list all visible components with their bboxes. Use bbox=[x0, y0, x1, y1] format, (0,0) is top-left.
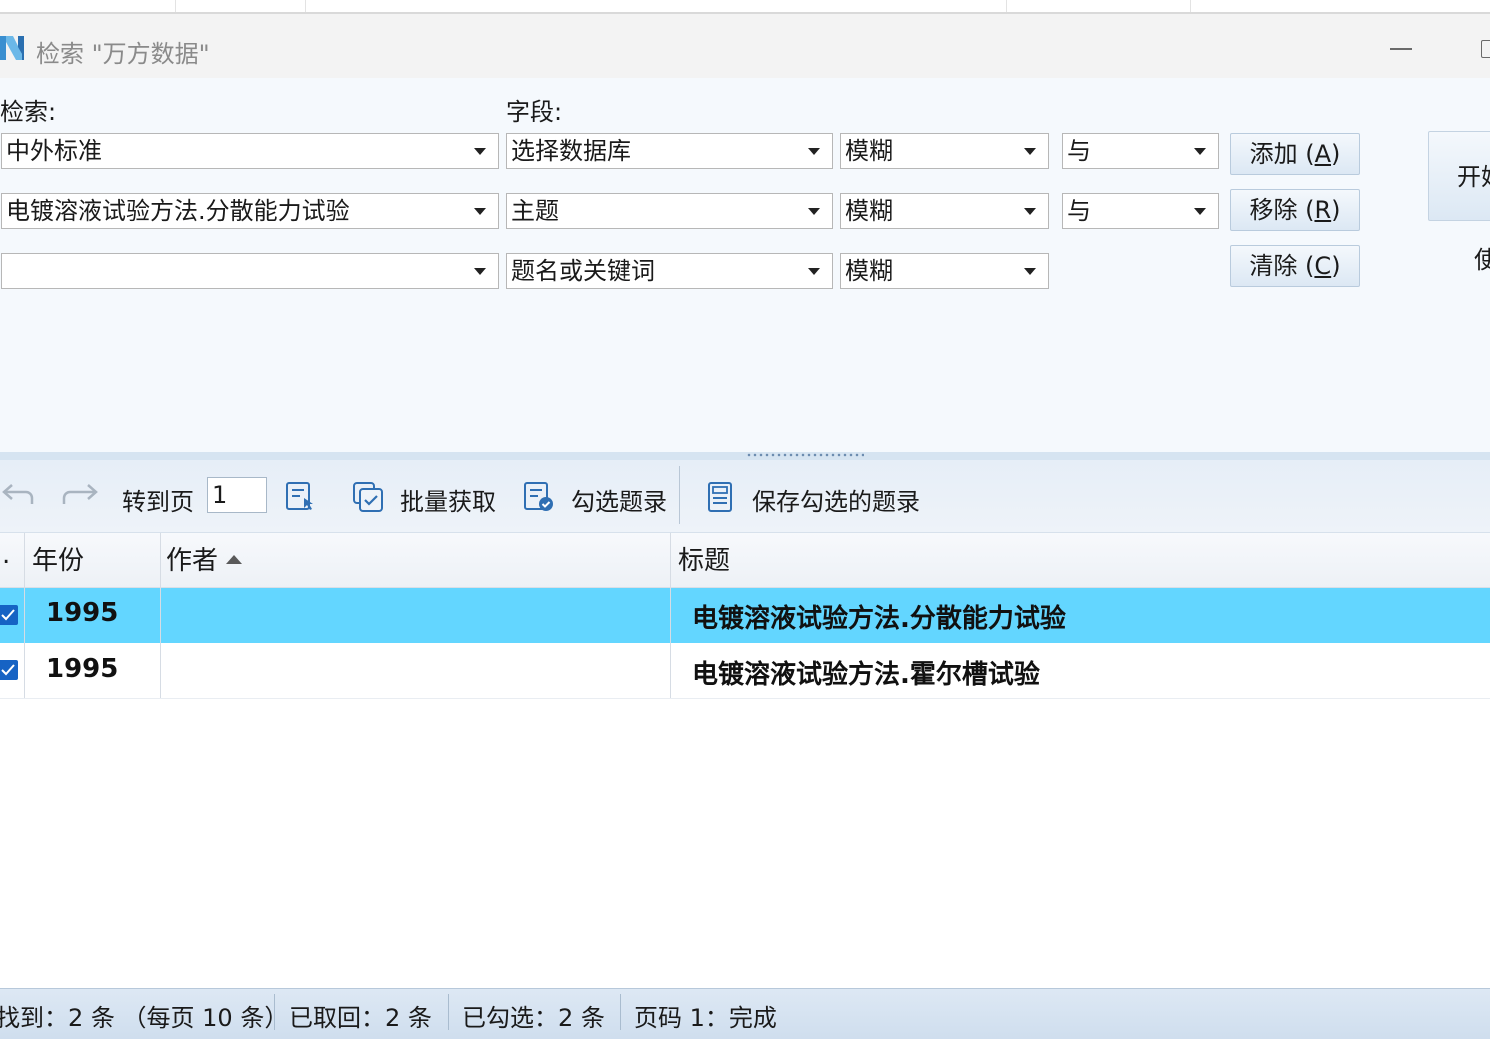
source-combo-value: 电镀溶液试验方法.分散能力试验 bbox=[6, 197, 350, 225]
status-separator bbox=[620, 994, 621, 1030]
back-arrow-icon[interactable] bbox=[0, 482, 36, 510]
column-divider[interactable] bbox=[160, 533, 161, 698]
logic-combo-value: 与 bbox=[1067, 197, 1091, 225]
maximize-button[interactable] bbox=[1481, 40, 1490, 58]
match-combo-value: 模糊 bbox=[845, 257, 893, 285]
match-combo-value: 模糊 bbox=[845, 137, 893, 165]
column-header-year[interactable]: 年份 bbox=[32, 540, 84, 577]
logic-combo-value: 与 bbox=[1067, 137, 1091, 165]
column-divider[interactable] bbox=[24, 533, 25, 698]
strip-divider bbox=[305, 0, 306, 12]
panel-splitter[interactable] bbox=[0, 452, 1490, 460]
minimize-button[interactable] bbox=[1390, 48, 1412, 50]
add-accesskey: A bbox=[1314, 140, 1332, 168]
strip-divider bbox=[1190, 0, 1191, 12]
chevron-down-icon bbox=[1194, 148, 1206, 155]
add-button-paren: ) bbox=[1331, 140, 1341, 168]
field-label: 字段: bbox=[506, 98, 563, 126]
batch-fetch-icon[interactable] bbox=[351, 480, 385, 514]
cell-title: 电镀溶液试验方法.分散能力试验 bbox=[692, 604, 1066, 634]
status-separator bbox=[274, 994, 275, 1030]
chevron-down-icon bbox=[1024, 268, 1036, 275]
match-combo-2[interactable]: 模糊 bbox=[840, 193, 1049, 229]
window-title: 检索 "万方数据" bbox=[36, 40, 210, 68]
cell-year: 1995 bbox=[46, 654, 119, 684]
column-header-title[interactable]: 标题 bbox=[678, 540, 730, 577]
remove-button-label: 移除 ( bbox=[1249, 196, 1315, 224]
batch-fetch-button[interactable]: 批量获取 bbox=[400, 482, 496, 517]
status-page: 页码 1：完成 bbox=[634, 1004, 777, 1032]
strip-divider bbox=[1006, 0, 1007, 12]
column-header-check[interactable]: . bbox=[2, 540, 10, 570]
cell-title: 电镀溶液试验方法.霍尔槽试验 bbox=[692, 660, 1040, 690]
forward-arrow-icon[interactable] bbox=[60, 482, 100, 510]
add-button[interactable]: 添加 (A) bbox=[1230, 133, 1360, 175]
top-strip bbox=[0, 0, 1490, 14]
source-combo-3[interactable] bbox=[1, 253, 499, 289]
save-checked-button[interactable]: 保存勾选的题录 bbox=[752, 482, 920, 517]
chevron-down-icon bbox=[808, 208, 820, 215]
table-row[interactable]: 1995 电镀溶液试验方法.霍尔槽试验 bbox=[0, 643, 1490, 699]
chevron-down-icon bbox=[474, 148, 486, 155]
source-combo-1[interactable]: 中外标准 bbox=[1, 133, 499, 169]
logic-combo-2[interactable]: 与 bbox=[1062, 193, 1219, 229]
check-records-button[interactable]: 勾选题录 bbox=[571, 482, 667, 517]
clear-button-label: 清除 ( bbox=[1249, 252, 1315, 280]
remove-accesskey: R bbox=[1314, 196, 1332, 224]
source-combo-value: 中外标准 bbox=[6, 137, 102, 165]
chevron-down-icon bbox=[474, 268, 486, 275]
strip-divider bbox=[175, 0, 176, 12]
grid-header bbox=[0, 533, 1490, 588]
status-found: 找到：2 条 （每页 10 条） bbox=[0, 1004, 289, 1032]
chevron-down-icon bbox=[474, 208, 486, 215]
match-combo-3[interactable]: 模糊 bbox=[840, 253, 1049, 289]
match-combo-value: 模糊 bbox=[845, 197, 893, 225]
match-combo-1[interactable]: 模糊 bbox=[840, 133, 1049, 169]
title-bar: 检索 "万方数据" bbox=[0, 14, 1490, 78]
remove-button[interactable]: 移除 (R) bbox=[1230, 189, 1360, 231]
logic-combo-1[interactable]: 与 bbox=[1062, 133, 1219, 169]
save-records-icon[interactable] bbox=[704, 480, 738, 514]
check-records-icon[interactable] bbox=[522, 480, 556, 514]
row-checkbox[interactable] bbox=[0, 605, 18, 625]
clear-button-paren: ) bbox=[1331, 252, 1341, 280]
checkmark-icon bbox=[1, 664, 15, 676]
cell-year: 1995 bbox=[46, 598, 119, 628]
sort-ascending-icon bbox=[226, 555, 242, 564]
chevron-down-icon bbox=[1024, 148, 1036, 155]
status-retrieved: 已取回：2 条 bbox=[289, 1004, 432, 1032]
status-separator bbox=[448, 994, 449, 1030]
use-hint-text: 使 bbox=[1474, 246, 1490, 274]
clear-button[interactable]: 清除 (C) bbox=[1230, 245, 1360, 287]
checkmark-icon bbox=[1, 609, 15, 621]
start-search-button[interactable]: 开始 bbox=[1428, 131, 1490, 221]
clear-accesskey: C bbox=[1314, 252, 1332, 280]
chevron-down-icon bbox=[808, 268, 820, 275]
goto-page-icon[interactable] bbox=[284, 480, 318, 514]
chevron-down-icon bbox=[1194, 208, 1206, 215]
goto-page-label: 转到页 bbox=[122, 488, 194, 516]
row-checkbox[interactable] bbox=[0, 660, 18, 680]
add-button-label: 添加 ( bbox=[1249, 140, 1315, 168]
remove-button-paren: ) bbox=[1331, 196, 1341, 224]
toolbar-separator bbox=[679, 466, 680, 524]
chevron-down-icon bbox=[808, 148, 820, 155]
table-row[interactable]: 1995 电镀溶液试验方法.分散能力试验 bbox=[0, 588, 1490, 643]
chevron-down-icon bbox=[1024, 208, 1036, 215]
field-combo-3[interactable]: 题名或关键词 bbox=[506, 253, 833, 289]
column-header-author[interactable]: 作者 bbox=[166, 540, 218, 577]
source-combo-2[interactable]: 电镀溶液试验方法.分散能力试验 bbox=[1, 193, 499, 229]
page-number-input[interactable]: 1 bbox=[207, 477, 267, 513]
wanfang-n-icon bbox=[0, 36, 24, 60]
search-label: 检索: bbox=[0, 98, 57, 126]
field-combo-2[interactable]: 主题 bbox=[506, 193, 833, 229]
field-combo-1[interactable]: 选择数据库 bbox=[506, 133, 833, 169]
status-checked: 已勾选：2 条 bbox=[462, 1004, 605, 1032]
column-divider[interactable] bbox=[670, 533, 671, 698]
field-combo-value: 主题 bbox=[511, 197, 559, 225]
field-combo-value: 题名或关键词 bbox=[511, 257, 655, 285]
splitter-grip[interactable] bbox=[746, 453, 864, 457]
start-button-label: 开始 bbox=[1457, 163, 1490, 191]
field-combo-value: 选择数据库 bbox=[511, 137, 631, 165]
